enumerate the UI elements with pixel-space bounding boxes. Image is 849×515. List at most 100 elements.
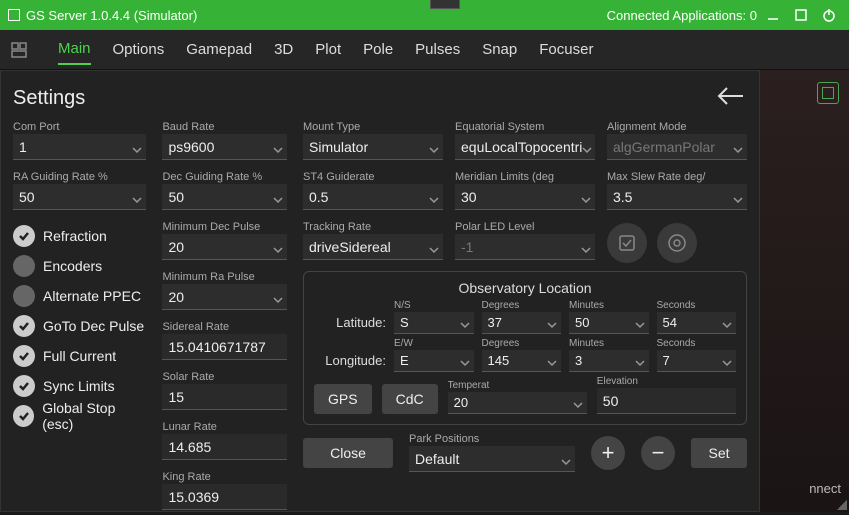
baud-label: Baud Rate	[162, 121, 287, 133]
lat-deg-dropdown[interactable]: 37	[482, 312, 562, 334]
latitude-label: Latitude:	[314, 315, 386, 334]
tracking-dropdown[interactable]: driveSidereal	[303, 234, 443, 260]
set-button[interactable]: Set	[691, 438, 747, 468]
solar-label: Solar Rate	[162, 371, 287, 383]
toggle-goto-dec-pulse[interactable]: GoTo Dec Pulse	[13, 311, 146, 341]
com-port-label: Com Port	[13, 121, 146, 133]
ew-dropdown[interactable]: E	[394, 350, 474, 372]
align-mode-label: Alignment Mode	[607, 121, 747, 133]
lon-sec-dropdown[interactable]: 7	[657, 350, 737, 372]
sidereal-label: Sidereal Rate	[162, 321, 287, 333]
toggle-indicator	[13, 225, 35, 247]
sidereal-field[interactable]: 15.0410671787	[162, 334, 287, 360]
remove-park-button[interactable]: −	[641, 436, 675, 470]
lunar-label: Lunar Rate	[162, 421, 287, 433]
tab-main[interactable]: Main	[58, 34, 91, 65]
baud-dropdown[interactable]: ps9600	[162, 134, 287, 160]
tab-options[interactable]: Options	[113, 35, 165, 64]
mount-type-dropdown[interactable]: Simulator	[303, 134, 443, 160]
resize-grip[interactable]	[837, 500, 847, 510]
toggle-full-current[interactable]: Full Current	[13, 341, 146, 371]
temperature-dropdown[interactable]: 20	[448, 392, 587, 414]
toggle-label: Global Stop (esc)	[42, 400, 146, 432]
toggle-indicator	[13, 345, 35, 367]
com-port-dropdown[interactable]: 1	[13, 134, 146, 160]
toggle-indicator	[13, 285, 35, 307]
toggle-alternate-ppec[interactable]: Alternate PPEC	[13, 281, 146, 311]
meridian-dropdown[interactable]: 30	[455, 184, 595, 210]
app-mode: (Simulator)	[134, 8, 198, 23]
app-icon	[8, 9, 20, 21]
connected-count: 0	[750, 8, 757, 23]
eq-system-dropdown[interactable]: equLocalTopocentri	[455, 134, 595, 160]
toggle-sync-limits[interactable]: Sync Limits	[13, 371, 146, 401]
align-mode-dropdown[interactable]: algGermanPolar	[607, 134, 747, 160]
mount-type-label: Mount Type	[303, 121, 443, 133]
meridian-label: Meridian Limits (deg	[455, 171, 595, 183]
toggle-label: Sync Limits	[43, 378, 115, 394]
settings-panel: Settings Com Port 1 RA Guiding Rate % 50…	[0, 70, 760, 512]
st4-dropdown[interactable]: 0.5	[303, 184, 443, 210]
add-park-button[interactable]: +	[591, 436, 625, 470]
toggle-label: Full Current	[43, 348, 116, 364]
settings-gear-button[interactable]	[657, 223, 697, 263]
toggle-encoders[interactable]: Encoders	[13, 251, 146, 281]
tab-pole[interactable]: Pole	[363, 35, 393, 64]
connected-label: Connected Applications:	[607, 8, 746, 23]
layout-icon[interactable]	[10, 41, 28, 59]
toggle-label: GoTo Dec Pulse	[43, 318, 144, 334]
polar-led-dropdown[interactable]: -1	[455, 234, 595, 260]
lon-deg-dropdown[interactable]: 145	[482, 350, 562, 372]
lon-min-dropdown[interactable]: 3	[569, 350, 649, 372]
lat-min-dropdown[interactable]: 50	[569, 312, 649, 334]
toggle-refraction[interactable]: Refraction	[13, 221, 146, 251]
ra-guide-dropdown[interactable]: 50	[13, 184, 146, 210]
king-field[interactable]: 15.0369	[162, 484, 287, 510]
close-button[interactable]: Close	[303, 438, 393, 468]
polar-led-label: Polar LED Level	[455, 221, 595, 233]
tab-strip: Main Options Gamepad 3D Plot Pole Pulses…	[0, 30, 849, 70]
max-slew-label: Max Slew Rate deg/	[607, 171, 747, 183]
min-dec-pulse-label: Minimum Dec Pulse	[162, 221, 287, 233]
maximize-button[interactable]	[789, 3, 813, 27]
toggle-indicator	[13, 255, 35, 277]
ra-guide-label: RA Guiding Rate %	[13, 171, 146, 183]
cdc-button[interactable]: CdC	[382, 384, 438, 414]
tab-3d[interactable]: 3D	[274, 35, 293, 64]
gps-button[interactable]: GPS	[314, 384, 372, 414]
tab-gamepad[interactable]: Gamepad	[186, 35, 252, 64]
lat-sec-dropdown[interactable]: 54	[657, 312, 737, 334]
max-slew-dropdown[interactable]: 3.5	[607, 184, 747, 210]
min-ra-pulse-dropdown[interactable]: 20	[162, 284, 287, 310]
ns-dropdown[interactable]: S	[394, 312, 474, 334]
park-dropdown[interactable]: Default	[409, 446, 575, 472]
solar-field[interactable]: 15	[162, 384, 287, 410]
dec-guide-dropdown[interactable]: 50	[162, 184, 287, 210]
apply-button[interactable]	[607, 223, 647, 263]
observatory-location-box: Observatory Location Latitude: N/SS Degr…	[303, 271, 747, 425]
toggle-indicator	[13, 405, 34, 427]
back-button[interactable]	[715, 86, 747, 110]
power-button[interactable]	[817, 3, 841, 27]
panel-title: Settings	[13, 87, 85, 110]
min-ra-pulse-label: Minimum Ra Pulse	[162, 271, 287, 283]
longitude-label: Longitude:	[314, 353, 386, 372]
min-dec-pulse-dropdown[interactable]: 20	[162, 234, 287, 260]
app-title: GS Server	[26, 8, 87, 23]
toggle-indicator	[13, 375, 35, 397]
lunar-field[interactable]: 14.685	[162, 434, 287, 460]
tab-pulses[interactable]: Pulses	[415, 35, 460, 64]
obs-title: Observatory Location	[314, 280, 736, 296]
tab-focuser[interactable]: Focuser	[539, 35, 593, 64]
tab-plot[interactable]: Plot	[315, 35, 341, 64]
tab-snap[interactable]: Snap	[482, 35, 517, 64]
minimize-button[interactable]	[761, 3, 785, 27]
main-backdrop: nnect	[760, 70, 849, 512]
app-version: 1.0.4.4	[90, 8, 130, 23]
toggle-label: Refraction	[43, 228, 107, 244]
toggle-global-stop-esc-[interactable]: Global Stop (esc)	[13, 401, 146, 431]
connect-button-partial[interactable]: nnect	[809, 481, 841, 496]
toggle-label: Alternate PPEC	[43, 288, 141, 304]
elevation-field[interactable]: 50	[597, 388, 736, 414]
eq-system-label: Equatorial System	[455, 121, 595, 133]
